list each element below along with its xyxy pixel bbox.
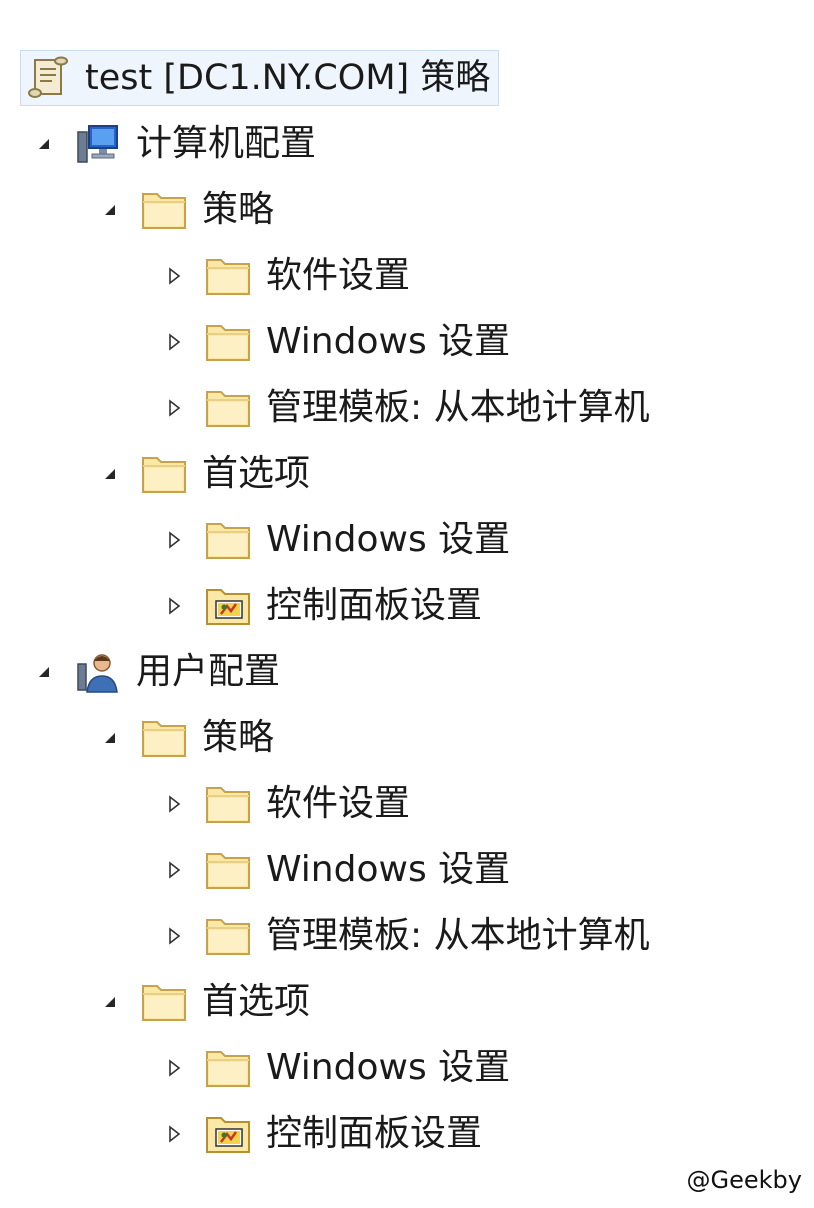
user-icon: [74, 650, 122, 694]
tree-node-computer-admin-templates[interactable]: 管理模板: 从本地计算机: [160, 381, 650, 435]
tree-node-label: Windows 设置: [266, 1047, 511, 1088]
expanded-arrow-icon: [100, 464, 120, 484]
tree-node-label: 管理模板: 从本地计算机: [266, 387, 650, 428]
folder-icon: [140, 188, 188, 232]
collapsed-arrow-icon: [164, 1124, 184, 1144]
expand-toggle[interactable]: [160, 790, 188, 818]
folder-icon: [140, 716, 188, 760]
control-panel-folder-icon: [204, 1112, 252, 1156]
collapsed-arrow-icon: [164, 1058, 184, 1078]
tree-node-label: 策略: [202, 717, 275, 758]
tree-node-computer-software-settings[interactable]: 软件设置: [160, 249, 410, 303]
tree-node-label: Windows 设置: [266, 519, 511, 560]
tree-node-label: 首选项: [202, 453, 311, 494]
tree-node-user-preferences[interactable]: 首选项: [96, 975, 310, 1029]
collapsed-arrow-icon: [164, 332, 184, 352]
folder-icon: [204, 386, 252, 430]
expand-toggle[interactable]: [160, 592, 188, 620]
tree-node-computer-preferences[interactable]: 首选项: [96, 447, 310, 501]
expand-toggle[interactable]: [160, 1120, 188, 1148]
tree-node-user-control-panel-settings[interactable]: 控制面板设置: [160, 1107, 482, 1161]
expand-toggle[interactable]: [160, 262, 188, 290]
tree-node-label: 控制面板设置: [266, 585, 483, 626]
group-policy-tree: test [DC1.NY.COM] 策略 计算机配置 策略 软件设置 Windo…: [0, 0, 814, 1208]
tree-node-label: Windows 设置: [266, 849, 511, 890]
folder-icon: [204, 254, 252, 298]
tree-node-user-pref-windows-settings[interactable]: Windows 设置: [160, 1041, 510, 1095]
tree-node-user-software-settings[interactable]: 软件设置: [160, 777, 410, 831]
tree-node-computer-config[interactable]: 计算机配置: [30, 117, 316, 171]
expand-toggle[interactable]: [96, 724, 124, 752]
expanded-arrow-icon: [34, 134, 54, 154]
collapsed-arrow-icon: [164, 596, 184, 616]
expand-toggle[interactable]: [96, 988, 124, 1016]
tree-node-label: 软件设置: [266, 783, 411, 824]
tree-node-computer-pref-windows-settings[interactable]: Windows 设置: [160, 513, 510, 567]
tree-node-label: 管理模板: 从本地计算机: [266, 915, 650, 956]
collapsed-arrow-icon: [164, 266, 184, 286]
tree-node-computer-policies[interactable]: 策略: [96, 183, 274, 237]
tree-node-label: Windows 设置: [266, 321, 511, 362]
folder-icon: [140, 980, 188, 1024]
tree-node-label: 策略: [202, 189, 275, 230]
expand-toggle[interactable]: [160, 394, 188, 422]
expanded-arrow-icon: [100, 200, 120, 220]
expand-toggle[interactable]: [160, 328, 188, 356]
expand-toggle[interactable]: [160, 1054, 188, 1082]
expand-toggle[interactable]: [30, 658, 58, 686]
policy-scroll-icon: [25, 55, 71, 101]
expanded-arrow-icon: [34, 662, 54, 682]
tree-node-computer-control-panel-settings[interactable]: 控制面板设置: [160, 579, 482, 633]
tree-node-label: 控制面板设置: [266, 1113, 483, 1154]
expand-toggle[interactable]: [160, 856, 188, 884]
expanded-arrow-icon: [100, 728, 120, 748]
tree-node-user-windows-settings[interactable]: Windows 设置: [160, 843, 510, 897]
watermark: @Geekby: [686, 1166, 802, 1194]
tree-node-computer-windows-settings[interactable]: Windows 设置: [160, 315, 510, 369]
collapsed-arrow-icon: [164, 398, 184, 418]
collapsed-arrow-icon: [164, 926, 184, 946]
tree-node-label: test [DC1.NY.COM] 策略: [85, 58, 491, 98]
control-panel-folder-icon: [204, 584, 252, 628]
tree-node-label: 首选项: [202, 981, 311, 1022]
expand-toggle[interactable]: [160, 922, 188, 950]
expand-toggle[interactable]: [96, 460, 124, 488]
collapsed-arrow-icon: [164, 794, 184, 814]
computer-icon: [74, 122, 122, 166]
folder-icon: [140, 452, 188, 496]
tree-node-root-policy[interactable]: test [DC1.NY.COM] 策略: [20, 50, 500, 106]
folder-icon: [204, 782, 252, 826]
folder-icon: [204, 518, 252, 562]
collapsed-arrow-icon: [164, 530, 184, 550]
expand-toggle[interactable]: [96, 196, 124, 224]
folder-icon: [204, 848, 252, 892]
tree-node-label: 软件设置: [266, 255, 411, 296]
tree-node-user-admin-templates[interactable]: 管理模板: 从本地计算机: [160, 909, 650, 963]
expand-toggle[interactable]: [160, 526, 188, 554]
tree-node-user-config[interactable]: 用户配置: [30, 645, 280, 699]
tree-node-user-policies[interactable]: 策略: [96, 711, 274, 765]
folder-icon: [204, 1046, 252, 1090]
tree-node-label: 用户配置: [136, 651, 281, 692]
folder-icon: [204, 914, 252, 958]
collapsed-arrow-icon: [164, 860, 184, 880]
expanded-arrow-icon: [100, 992, 120, 1012]
expand-toggle[interactable]: [30, 130, 58, 158]
folder-icon: [204, 320, 252, 364]
tree-node-label: 计算机配置: [136, 123, 317, 164]
